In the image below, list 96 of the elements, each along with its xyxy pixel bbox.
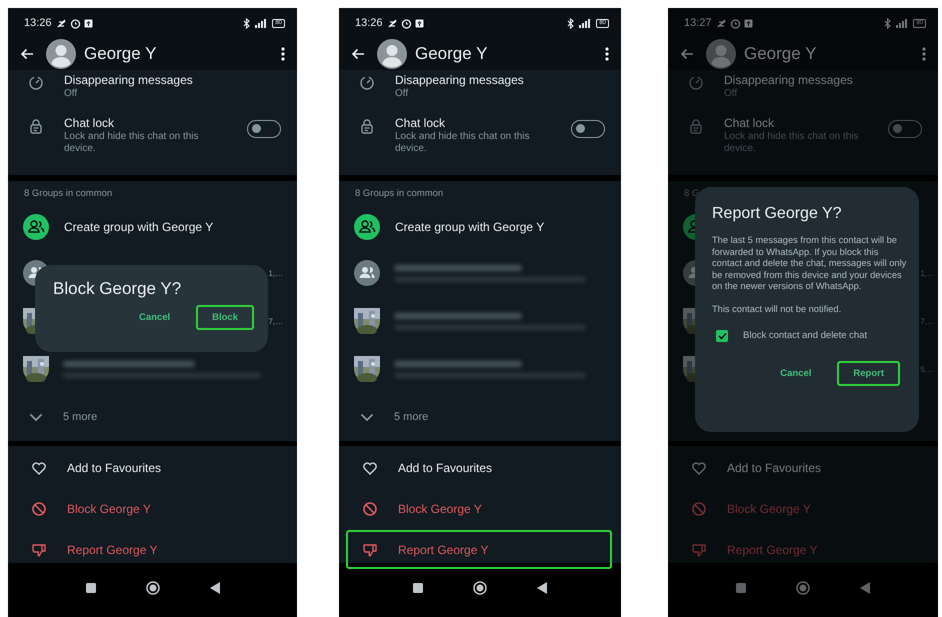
dialog-button[interactable]: Report [837,360,900,386]
avatar-icon [377,39,407,69]
signal-icon [577,18,592,28]
bluetooth-icon [567,18,574,28]
message-time: 1,… [268,268,283,278]
dialog-title: Block George Y? [53,279,182,299]
contact-name: George Y [84,44,158,64]
avatar-icon [46,39,76,69]
alarm-icon [730,18,741,28]
thumbs-down-icon [362,542,378,558]
mute-icon [56,18,67,28]
block-icon [691,500,707,516]
upload-icon [744,18,753,28]
status-time: 13:27 [684,17,712,29]
action-item[interactable]: Add to Favourites [346,448,612,487]
bluetooth-icon [884,18,892,28]
setting-title: Disappearing messages [395,73,525,88]
heart-icon [691,460,707,476]
setting-title: Disappearing messages [64,73,194,88]
mute-icon [386,18,398,28]
action-item[interactable]: Report George Y [346,530,612,569]
signal-icon [253,18,268,28]
people-icon[interactable] [23,214,49,240]
dialog-title: Report George Y? [712,205,843,223]
dialog-text: This contact will not be notified. [712,304,842,316]
alarm-icon [400,18,412,28]
setting-title: Chat lock [64,116,116,131]
alarm-icon [70,18,81,28]
toggle-switch[interactable] [571,120,605,138]
toggle-switch[interactable] [888,120,922,138]
setting-title: Chat lock [724,116,776,131]
chevron-down-icon[interactable] [29,412,43,422]
timer-icon [688,75,704,91]
more-options-icon[interactable] [281,47,285,61]
dialog-text: The last 5 messages from this contact will be forwarded to WhatsApp. If you block this contact and delete the chat, messages will only be removed from this device and your devices on the newer versions of WhatsApp. [712,235,907,293]
action-item[interactable]: Block George Y [15,489,288,528]
upload-icon [414,18,424,28]
back-arrow-icon[interactable] [351,48,365,60]
status-time: 13:26 [355,17,383,29]
setting-subtitle: Off [395,88,410,100]
create-group-item[interactable]: Create group with George Y [395,220,544,234]
checkbox-label: Block contact and delete chat [743,330,868,342]
message-time: 7,… [920,316,935,326]
thumbs-down-icon [691,542,707,558]
mute-icon [716,18,727,28]
toggle-switch[interactable] [247,120,281,138]
heart-icon [362,460,378,476]
setting-subtitle: Lock and hide this chat on this device. [724,131,860,155]
group-avatar-icon [354,260,380,286]
action-item[interactable]: Block George Y [346,489,612,528]
dialog-button[interactable]: Cancel [764,360,828,386]
timer-icon [28,75,44,91]
contact-name: George Y [744,44,818,64]
checkbox[interactable] [716,330,728,342]
block-icon [31,500,47,516]
setting-subtitle: Lock and hide this chat on this device. [64,131,200,155]
signal-icon [894,18,908,28]
lock-icon [688,118,704,134]
home-icon[interactable] [473,581,487,595]
setting-subtitle: Off [64,88,78,100]
dialog-button[interactable]: Block [196,305,254,330]
block-icon [362,500,378,516]
recents-icon[interactable] [86,583,96,593]
bluetooth-icon [243,18,250,28]
message-time: 1,… [920,268,935,278]
setting-subtitle: Lock and hide this chat on this device. [395,131,531,155]
message-time: 5,… [920,364,935,374]
show-more-link[interactable]: 5 more [394,411,428,423]
lock-icon [28,118,44,134]
heart-icon [31,460,47,476]
setting-title: Chat lock [395,116,446,131]
setting-subtitle: Off [724,88,738,100]
back-icon[interactable] [210,582,220,594]
thumbs-down-icon [31,542,47,558]
action-item[interactable]: Report George Y [15,530,288,569]
section-header: 8 Groups in common [23,186,114,200]
contact-name: George Y [415,44,488,64]
section-header: 8 Groups in common [354,186,444,200]
setting-title: Disappearing messages [724,73,854,88]
show-more-link[interactable]: 5 more [63,411,98,423]
chevron-down-icon[interactable] [360,412,374,422]
people-icon[interactable] [354,214,380,240]
message-time: 7,… [268,316,283,326]
back-arrow-icon[interactable] [20,48,34,60]
dialog-button[interactable]: Cancel [122,305,186,330]
action-item[interactable]: Add to Favourites [675,448,929,487]
lock-icon [359,118,375,134]
home-icon[interactable] [146,581,160,595]
timer-icon [359,75,375,91]
status-time: 13:26 [24,17,52,29]
action-item[interactable]: Add to Favourites [15,448,288,487]
avatar-icon [706,39,736,69]
upload-icon [84,18,93,28]
create-group-item[interactable]: Create group with George Y [64,220,214,234]
more-options-icon[interactable] [605,47,609,61]
back-icon[interactable] [537,582,547,594]
